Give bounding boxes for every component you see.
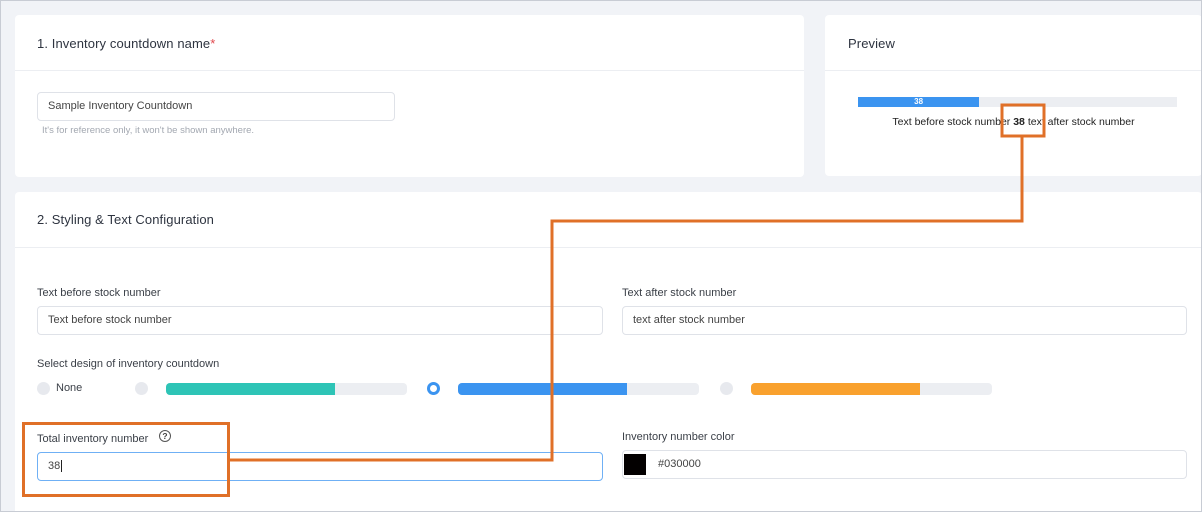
inventory-name-title-text: 1. Inventory countdown name (37, 36, 211, 51)
styling-title: 2. Styling & Text Configuration (37, 212, 215, 227)
design-blue-bar[interactable] (458, 383, 699, 395)
inventory-name-input[interactable]: Sample Inventory Countdown (37, 92, 395, 121)
preview-title: Preview (848, 36, 895, 51)
text-caret (61, 460, 63, 473)
design-blue-fill (458, 383, 627, 395)
number-color-input[interactable]: #030000 (622, 450, 1187, 479)
styling-card: 2. Styling & Text Configuration Text bef… (15, 192, 1202, 512)
total-inventory-label: Total inventory number (37, 433, 149, 445)
total-inventory-input[interactable]: 38 (37, 452, 603, 481)
divider (15, 247, 1202, 248)
divider (15, 70, 804, 71)
number-color-label: Inventory number color (622, 431, 735, 443)
inventory-name-helper: It's for reference only, it won't be sho… (42, 125, 255, 136)
color-swatch[interactable] (624, 454, 646, 475)
design-teal-fill (166, 383, 335, 395)
design-teal-bar[interactable] (166, 383, 407, 395)
text-before-label: Text before stock number (37, 287, 161, 299)
preview-progress-bar: 38 (858, 97, 1177, 107)
preview-bar-number: 38 (914, 97, 924, 106)
design-orange-fill (751, 383, 920, 395)
preview-text-before: Text before stock number (892, 116, 1011, 128)
required-mark: * (210, 36, 216, 51)
preview-text: Text before stock number 38 text after s… (825, 116, 1202, 128)
text-after-input[interactable]: text after stock number (622, 306, 1187, 335)
design-teal-radio[interactable] (135, 382, 148, 395)
inventory-name-title: 1. Inventory countdown name* (37, 36, 215, 51)
design-none-radio[interactable] (37, 382, 50, 395)
text-after-label: Text after stock number (622, 287, 737, 299)
total-inventory-value: 38 (48, 460, 61, 472)
question-circle-icon[interactable]: ? (159, 430, 171, 442)
design-orange-bar[interactable] (751, 383, 992, 395)
preview-stock-number: 38 (1013, 116, 1025, 128)
preview-text-after: text after stock number (1027, 116, 1135, 128)
text-before-input[interactable]: Text before stock number (37, 306, 603, 335)
preview-card: Preview 38 Text before stock number 38 t… (825, 15, 1202, 176)
divider (825, 70, 1202, 71)
inventory-name-card: 1. Inventory countdown name* Sample Inve… (15, 15, 804, 177)
design-orange-radio[interactable] (720, 382, 733, 395)
design-none-label: None (56, 382, 83, 394)
design-select-label: Select design of inventory countdown (37, 358, 220, 370)
design-blue-radio[interactable] (427, 382, 440, 395)
